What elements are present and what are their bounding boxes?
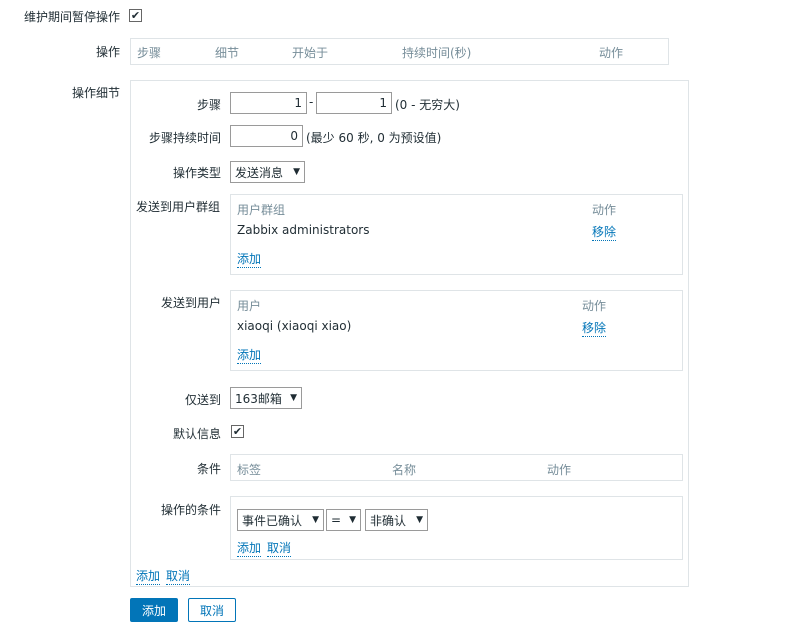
groups-header-group: 用户群组 (237, 203, 286, 217)
chevron-down-icon: ▼ (349, 515, 356, 525)
condition-add-link[interactable]: 添加 (237, 539, 262, 557)
details-cancel-link[interactable]: 取消 (166, 567, 191, 585)
step-hint: (0 - 无穷大) (395, 98, 460, 112)
operations-header-details: 细节 (215, 46, 240, 60)
operation-type-label: 操作类型 (172, 166, 221, 180)
condition-value-value: 非确认 (370, 513, 407, 528)
default-message-checkbox[interactable]: ✔ (231, 425, 244, 438)
operation-conditions-box: 事件已确认 ▼ = ▼ 非确认 ▼ 添加 取消 (230, 496, 683, 560)
send-to-groups-table: 用户群组 动作 Zabbix administrators 移除 添加 (230, 194, 683, 275)
add-button-label: 添加 (141, 603, 166, 618)
chevron-down-icon: ▼ (290, 393, 297, 403)
condition-cancel-link[interactable]: 取消 (267, 539, 292, 557)
user-row-remove-link[interactable]: 移除 (582, 319, 607, 337)
send-to-groups-label: 发送到用户群组 (136, 200, 221, 214)
condition-value-select[interactable]: 非确认 ▼ (365, 509, 428, 531)
cancel-button[interactable]: 取消 (188, 598, 236, 622)
operations-header-duration: 持续时间(秒) (402, 46, 472, 60)
conditions-header-tag: 标签 (237, 463, 262, 477)
step-duration-hint: (最少 60 秒, 0 为预设值) (306, 131, 442, 145)
conditions-header-action: 动作 (547, 463, 572, 477)
group-row-name: Zabbix administrators (237, 223, 370, 237)
cancel-button-label: 取消 (199, 603, 224, 618)
conditions-header-name: 名称 (392, 463, 417, 477)
operation-conditions-label: 操作的条件 (160, 503, 221, 517)
pause-maintenance-label: 维护期间暂停操作 (24, 10, 121, 24)
operations-label: 操作 (96, 45, 121, 59)
users-header-user: 用户 (237, 299, 262, 313)
default-message-label: 默认信息 (172, 427, 221, 441)
add-button[interactable]: 添加 (130, 598, 178, 622)
operation-details-panel: 步骤 1 - 1 (0 - 无穷大) 步骤持续时间 0 (最少 60 秒, 0 … (130, 80, 689, 587)
step-separator: - (309, 95, 314, 109)
step-label: 步骤 (196, 98, 221, 112)
user-row-name: xiaoqi (xiaoqi xiao) (237, 319, 352, 333)
operation-type-select[interactable]: 发送消息 ▼ (230, 161, 305, 183)
condition-field-select[interactable]: 事件已确认 ▼ (237, 509, 324, 531)
send-only-to-value: 163邮箱 (235, 391, 282, 406)
send-only-to-label: 仅送到 (184, 393, 221, 407)
conditions-label: 条件 (196, 462, 221, 476)
groups-header-action: 动作 (592, 203, 617, 217)
groups-add-link[interactable]: 添加 (237, 250, 262, 268)
operation-details-label: 操作细节 (72, 86, 121, 100)
conditions-table: 标签 名称 动作 (230, 454, 683, 481)
send-to-users-label: 发送到用户 (160, 296, 221, 310)
step-to-input[interactable]: 1 (316, 92, 392, 114)
step-duration-label: 步骤持续时间 (148, 131, 221, 145)
chevron-down-icon: ▼ (293, 167, 300, 177)
group-row-remove-link[interactable]: 移除 (592, 223, 617, 241)
operations-header-start: 开始于 (292, 46, 329, 60)
condition-operator-select[interactable]: = ▼ (326, 509, 361, 531)
operations-header-action: 动作 (599, 46, 624, 60)
chevron-down-icon: ▼ (416, 515, 423, 525)
send-only-to-select[interactable]: 163邮箱 ▼ (230, 387, 302, 409)
chevron-down-icon: ▼ (312, 515, 319, 525)
condition-field-value: 事件已确认 (242, 513, 303, 528)
condition-operator-value: = (331, 513, 342, 527)
step-duration-input[interactable]: 0 (230, 125, 303, 147)
send-to-users-table: 用户 动作 xiaoqi (xiaoqi xiao) 移除 添加 (230, 290, 683, 371)
operations-header-step: 步骤 (137, 46, 162, 60)
step-from-input[interactable]: 1 (230, 92, 307, 114)
pause-maintenance-checkbox[interactable]: ✔ (129, 9, 142, 22)
users-header-action: 动作 (582, 299, 607, 313)
operation-type-value: 发送消息 (235, 165, 284, 180)
users-add-link[interactable]: 添加 (237, 346, 262, 364)
details-add-link[interactable]: 添加 (136, 567, 161, 585)
operations-table: 步骤 细节 开始于 持续时间(秒) 动作 (130, 38, 669, 65)
